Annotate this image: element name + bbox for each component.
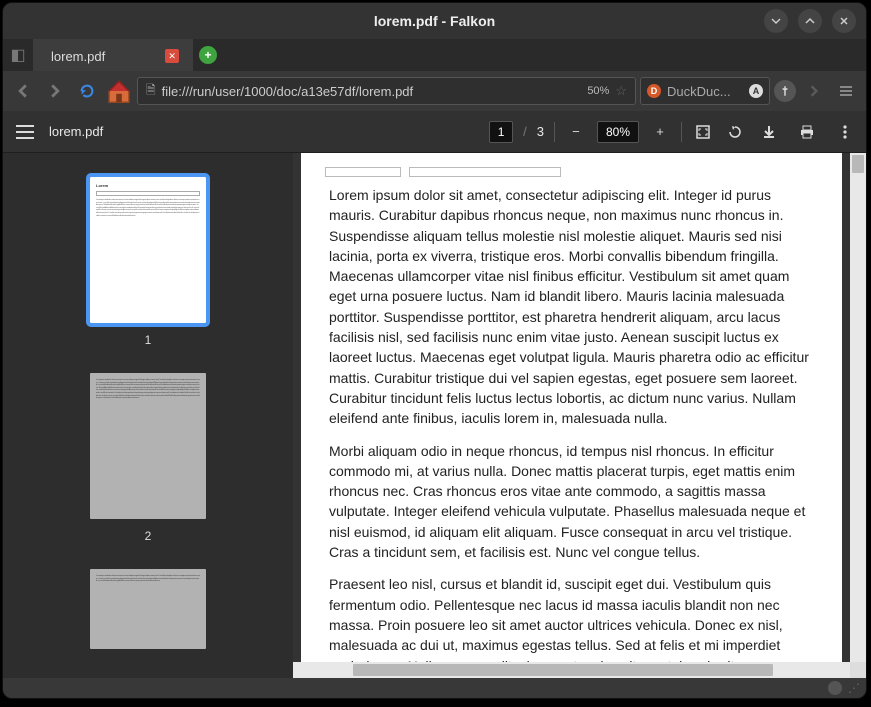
navigation-bar: 🗎 file:///run/user/1000/doc/a13e57df/lor… — [3, 71, 866, 111]
horizontal-scrollbar-thumb[interactable] — [353, 664, 773, 676]
file-icon: 🗎 — [146, 81, 156, 102]
thumbnail-label-2: 2 — [145, 529, 152, 543]
minimize-button[interactable] — [764, 9, 788, 33]
paragraph-2: Morbi aliquam odio in neque rhoncus, id … — [329, 441, 814, 563]
pdf-zoom-level[interactable]: 80% — [597, 121, 639, 143]
search-placeholder: DuckDuc... — [667, 84, 731, 99]
status-adblock-icon[interactable] — [828, 681, 842, 695]
maximize-button[interactable] — [798, 9, 822, 33]
pdf-page-separator: / — [523, 124, 527, 139]
close-button[interactable] — [832, 9, 856, 33]
horizontal-scrollbar[interactable] — [293, 662, 850, 678]
url-text: file:///run/user/1000/doc/a13e57df/lorem… — [162, 84, 414, 99]
adblock-icon[interactable] — [774, 80, 796, 102]
resize-grip-icon[interactable]: ⋰ — [848, 681, 860, 695]
pdf-thumbnail-3[interactable]: Loremipsumdolorsitametconsecteturadipisc… — [90, 569, 206, 649]
pdf-print-button[interactable] — [796, 121, 818, 143]
pdf-thumbnail-2[interactable]: Loremipsumdolorsitametconsecteturadipisc… — [90, 373, 206, 519]
home-button[interactable] — [105, 77, 133, 105]
pdf-more-button[interactable] — [834, 121, 856, 143]
pdf-document-viewport: Lorem ipsum dolor sit amet, consectetur … — [293, 153, 866, 678]
forward-button[interactable] — [41, 77, 69, 105]
pdf-page-content: Lorem ipsum dolor sit amet, consectetur … — [301, 153, 842, 678]
pdf-sidebar-toggle[interactable] — [13, 125, 37, 139]
bookmarks-toggle-icon[interactable]: ◧ — [3, 39, 33, 71]
window-titlebar: lorem.pdf - Falkon — [3, 3, 866, 39]
tab-lorem-pdf[interactable]: lorem.pdf ✕ — [33, 39, 193, 71]
search-bar[interactable]: D DuckDuc... A — [640, 77, 770, 105]
pdf-fit-button[interactable] — [692, 121, 714, 143]
pdf-content-area: Lorem Loremipsumdolorsitametconsectetura… — [3, 153, 866, 678]
pdf-thumbnail-panel: Lorem Loremipsumdolorsitametconsectetura… — [3, 153, 293, 678]
tab-bar: ◧ lorem.pdf ✕ + — [3, 39, 866, 71]
thumbnail-label-1: 1 — [145, 333, 152, 347]
pdf-page-total: 3 — [537, 124, 544, 139]
zoom-level: 50% — [587, 85, 609, 97]
pdf-rotate-button[interactable] — [724, 121, 746, 143]
pdf-filename: lorem.pdf — [49, 124, 477, 139]
status-bar: ⋰ — [3, 678, 866, 698]
back-button[interactable] — [9, 77, 37, 105]
vertical-scrollbar-thumb[interactable] — [852, 155, 864, 173]
duckduckgo-icon: D — [647, 84, 661, 98]
bookmark-star-icon[interactable]: ☆ — [615, 83, 627, 99]
nav-overflow-forward — [800, 77, 828, 105]
vertical-scrollbar[interactable] — [850, 153, 866, 662]
pdf-zoom-out-button[interactable]: − — [565, 121, 587, 143]
paragraph-1: Lorem ipsum dolor sit amet, consectetur … — [329, 185, 814, 429]
menu-button[interactable] — [832, 77, 860, 105]
pdf-zoom-in-button[interactable]: + — [649, 121, 671, 143]
url-bar[interactable]: 🗎 file:///run/user/1000/doc/a13e57df/lor… — [137, 77, 636, 105]
pdf-download-button[interactable] — [758, 121, 780, 143]
window-title: lorem.pdf - Falkon — [374, 13, 495, 29]
pdf-toolbar: lorem.pdf / 3 − 80% + — [3, 111, 866, 153]
reload-button[interactable] — [73, 77, 101, 105]
pdf-page-input[interactable] — [489, 121, 513, 143]
search-go-icon[interactable]: A — [749, 84, 763, 98]
new-tab-button[interactable]: + — [193, 39, 223, 71]
tab-label: lorem.pdf — [51, 49, 105, 64]
tab-close-icon[interactable]: ✕ — [165, 49, 179, 63]
pdf-thumbnail-1[interactable]: Lorem Loremipsumdolorsitametconsectetura… — [90, 177, 206, 323]
